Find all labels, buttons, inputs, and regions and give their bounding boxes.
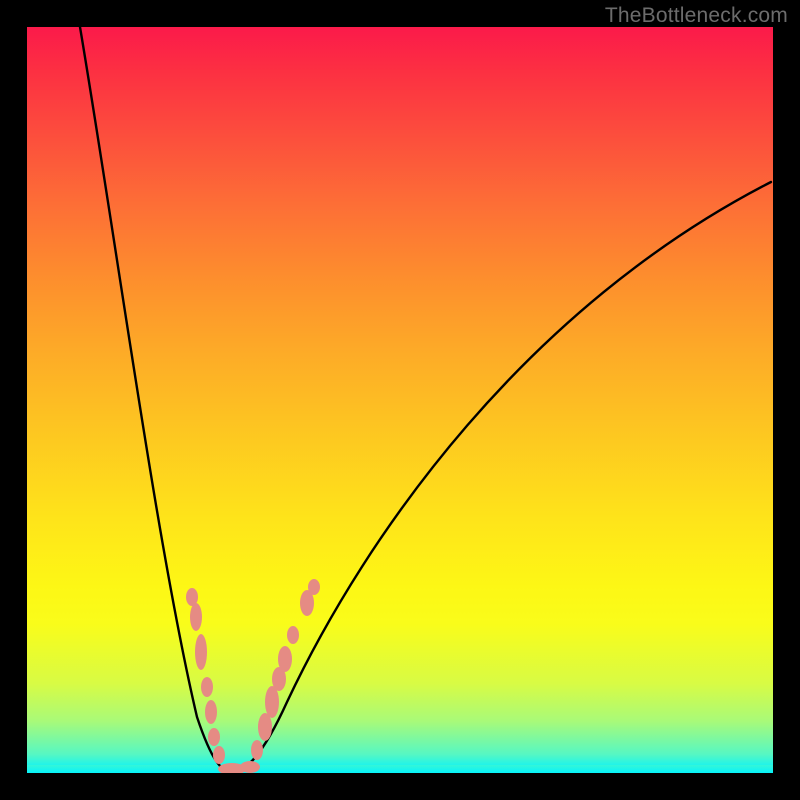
data-marker	[287, 626, 299, 644]
chart-overlay-svg	[27, 27, 773, 773]
data-marker	[251, 740, 263, 760]
data-marker	[265, 686, 279, 718]
data-marker	[190, 603, 202, 631]
data-marker	[213, 746, 225, 764]
data-marker	[308, 579, 320, 595]
bottleneck-curve	[80, 27, 771, 772]
data-marker	[201, 677, 213, 697]
data-marker	[278, 646, 292, 672]
data-marker	[195, 634, 207, 670]
watermark-text: TheBottleneck.com	[605, 4, 788, 28]
data-marker	[208, 728, 220, 746]
data-marker	[240, 761, 260, 773]
data-marker	[205, 700, 217, 724]
